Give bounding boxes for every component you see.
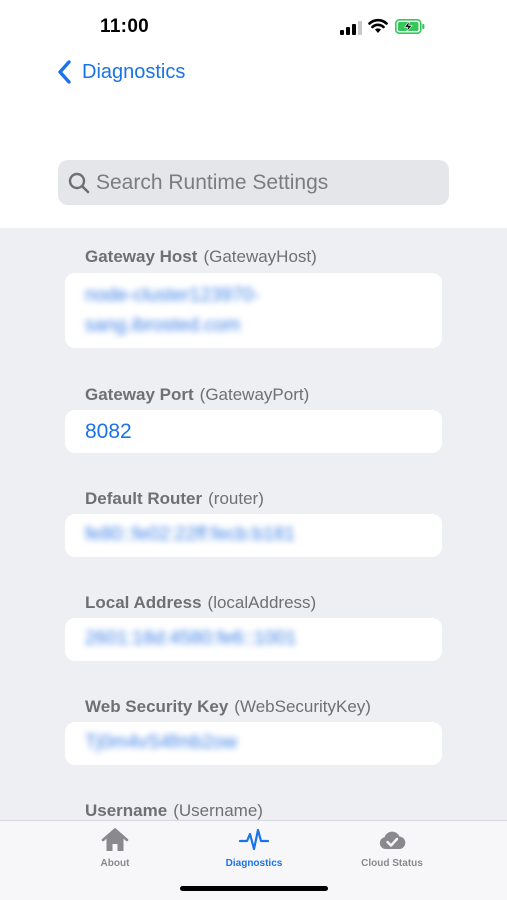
chevron-left-icon <box>58 60 71 84</box>
setting-key: (localAddress) <box>207 593 317 612</box>
status-bar: 11:00 <box>0 0 507 52</box>
setting-key: (GatewayPort) <box>199 385 310 404</box>
setting-name: Local Address <box>85 593 202 612</box>
setting-key: (router) <box>208 489 264 508</box>
default-router-value: fe80::fe02:22ff:fecb:b181 <box>85 524 295 545</box>
setting-label: Web Security Key (WebSecurityKey) <box>85 697 371 717</box>
setting-name: Gateway Host <box>85 247 198 266</box>
home-icon <box>101 828 129 851</box>
search-input[interactable] <box>96 170 416 195</box>
web-security-key-field[interactable]: Tj0m4vS4fmb2ow <box>65 722 442 765</box>
web-security-key-value: Tj0m4vS4fmb2ow <box>85 732 238 753</box>
tab-cloud-status-label: Cloud Status <box>361 858 423 869</box>
setting-key: (WebSecurityKey) <box>234 697 371 716</box>
setting-label: Username (Username) <box>85 801 263 820</box>
gateway-host-value-line2: sang.ibrosted.com <box>85 315 241 336</box>
status-time: 11:00 <box>100 16 150 37</box>
tab-diagnostics-label: Diagnostics <box>225 858 283 869</box>
wifi-icon <box>368 18 388 33</box>
setting-label: Default Router (router) <box>85 489 264 509</box>
battery-charging-icon <box>395 19 425 34</box>
gateway-port-field[interactable]: 8082 <box>65 410 442 453</box>
search-bar[interactable] <box>58 160 449 205</box>
setting-key: (GatewayHost) <box>203 247 317 266</box>
setting-name: Web Security Key <box>85 697 229 716</box>
search-icon <box>68 172 90 193</box>
back-button[interactable]: Diagnostics <box>56 58 185 86</box>
cloud-check-icon <box>379 831 406 849</box>
setting-label: Gateway Host (GatewayHost) <box>85 247 317 267</box>
setting-name: Default Router <box>85 489 203 508</box>
home-indicator <box>180 886 328 891</box>
setting-name: Gateway Port <box>85 385 194 404</box>
local-address-value: 2601:18d:4580:fe6::1001 <box>85 628 297 649</box>
cellular-signal-icon <box>340 21 362 35</box>
gateway-host-field[interactable]: node-cluster123970- sang.ibrosted.com <box>65 273 442 348</box>
pulse-icon <box>239 828 269 851</box>
tab-diagnostics[interactable]: Diagnostics <box>194 827 314 875</box>
settings-list[interactable]: Gateway Host (GatewayHost) node-cluster12… <box>0 228 507 820</box>
back-button-label: Diagnostics <box>82 60 186 83</box>
setting-name: Username <box>85 801 168 820</box>
default-router-field[interactable]: fe80::fe02:22ff:fecb:b181 <box>65 514 442 557</box>
gateway-host-value-line1: node-cluster123970- <box>85 285 260 306</box>
local-address-field[interactable]: 2601:18d:4580:fe6::1001 <box>65 618 442 661</box>
setting-label: Local Address (localAddress) <box>85 593 316 613</box>
tab-about-label: About <box>100 858 130 869</box>
setting-label: Gateway Port (GatewayPort) <box>85 385 309 405</box>
tab-about[interactable]: About <box>55 827 175 875</box>
tab-cloud-status[interactable]: Cloud Status <box>332 827 452 875</box>
setting-key: (Username) <box>173 801 263 820</box>
gateway-port-value: 8082 <box>85 420 132 443</box>
